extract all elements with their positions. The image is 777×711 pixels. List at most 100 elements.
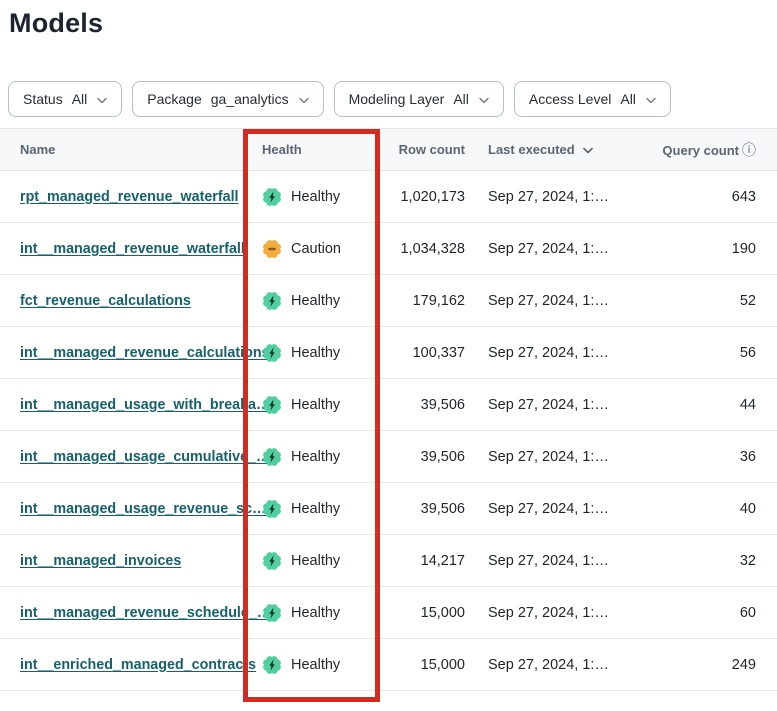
health-cell: Healthy <box>245 447 380 467</box>
health-badge <box>262 655 282 675</box>
healthy-lightning-seal-icon <box>262 499 282 519</box>
health-badge <box>262 395 282 415</box>
row-count-cell: 14,217 <box>380 553 468 569</box>
column-header-last-executed[interactable]: Last executed <box>468 142 620 157</box>
name-cell: int__managed_revenue_schedule_… <box>0 605 245 621</box>
healthy-lightning-seal-icon <box>262 603 282 623</box>
model-name-link[interactable]: rpt_managed_revenue_waterfall <box>20 189 239 205</box>
health-cell: Healthy <box>245 603 380 623</box>
chevron-down-icon <box>97 91 107 107</box>
last-executed-cell: Sep 27, 2024, 1:… <box>468 449 620 465</box>
healthy-lightning-seal-icon <box>262 291 282 311</box>
model-name-link[interactable]: int__managed_usage_with_breaka… <box>20 397 270 413</box>
caution-minus-seal-icon <box>262 239 282 259</box>
health-cell: Healthy <box>245 343 380 363</box>
row-count-cell: 39,506 <box>380 397 468 413</box>
chevron-down-icon <box>479 91 489 107</box>
filter-label: Status <box>23 91 63 107</box>
column-header-name: Name <box>0 142 245 157</box>
model-name-link[interactable]: int__managed_revenue_calculations <box>20 345 270 361</box>
models-table: Name Health Row count Last executed Quer… <box>0 128 777 691</box>
table-body: rpt_managed_revenue_waterfall Healthy 1,… <box>0 171 777 691</box>
table-row: int__managed_usage_revenue_sc… Healthy 3… <box>0 483 777 535</box>
healthy-lightning-seal-icon <box>262 551 282 571</box>
health-cell: Healthy <box>245 499 380 519</box>
name-cell: int__managed_revenue_calculations <box>0 345 245 361</box>
query-count-cell: 32 <box>620 553 777 569</box>
query-count-cell: 36 <box>620 449 777 465</box>
filter-label: Access Level <box>529 91 611 107</box>
health-cell: Healthy <box>245 291 380 311</box>
model-name-link[interactable]: fct_revenue_calculations <box>20 293 191 309</box>
name-cell: fct_revenue_calculations <box>0 293 245 309</box>
table-row: int__managed_usage_with_breaka… Healthy … <box>0 379 777 431</box>
query-count-cell: 44 <box>620 397 777 413</box>
name-cell: int__managed_invoices <box>0 553 245 569</box>
model-name-link[interactable]: int__enriched_managed_contracts <box>20 657 256 673</box>
last-executed-cell: Sep 27, 2024, 1:… <box>468 501 620 517</box>
row-count-cell: 100,337 <box>380 345 468 361</box>
filter-bar: Status All Package ga_analytics Modeling… <box>8 81 777 117</box>
healthy-lightning-seal-icon <box>262 447 282 467</box>
row-count-cell: 179,162 <box>380 293 468 309</box>
row-count-cell: 15,000 <box>380 605 468 621</box>
row-count-cell: 1,034,328 <box>380 241 468 257</box>
query-count-cell: 60 <box>620 605 777 621</box>
chevron-down-icon <box>299 91 309 107</box>
filter-label: Package <box>147 91 201 107</box>
health-cell: Healthy <box>245 187 380 207</box>
query-count-cell: 249 <box>620 657 777 673</box>
table-row: int__managed_revenue_schedule_… Healthy … <box>0 587 777 639</box>
table-row: fct_revenue_calculations Healthy 179,162… <box>0 275 777 327</box>
model-name-link[interactable]: int__managed_revenue_waterfall <box>20 241 245 257</box>
health-badge <box>262 343 282 363</box>
last-executed-cell: Sep 27, 2024, 1:… <box>468 241 620 257</box>
row-count-cell: 39,506 <box>380 449 468 465</box>
health-label: Caution <box>291 241 341 257</box>
filter-package[interactable]: Package ga_analytics <box>132 81 323 117</box>
query-count-cell: 643 <box>620 189 777 205</box>
health-cell: Healthy <box>245 655 380 675</box>
query-count-cell: 56 <box>620 345 777 361</box>
health-badge <box>262 239 282 259</box>
last-executed-cell: Sep 27, 2024, 1:… <box>468 345 620 361</box>
filter-access-level[interactable]: Access Level All <box>514 81 671 117</box>
health-cell: Healthy <box>245 395 380 415</box>
table-row: int__managed_revenue_calculations Health… <box>0 327 777 379</box>
filter-label: Modeling Layer <box>349 91 445 107</box>
healthy-lightning-seal-icon <box>262 655 282 675</box>
health-label: Healthy <box>291 449 340 465</box>
query-count-cell: 190 <box>620 241 777 257</box>
name-cell: int__managed_usage_with_breaka… <box>0 397 245 413</box>
row-count-cell: 1,020,173 <box>380 189 468 205</box>
row-count-cell: 39,506 <box>380 501 468 517</box>
last-executed-cell: Sep 27, 2024, 1:… <box>468 553 620 569</box>
healthy-lightning-seal-icon <box>262 187 282 207</box>
healthy-lightning-seal-icon <box>262 395 282 415</box>
query-count-cell: 52 <box>620 293 777 309</box>
health-cell: Healthy <box>245 551 380 571</box>
name-cell: int__enriched_managed_contracts <box>0 657 245 673</box>
last-executed-cell: Sep 27, 2024, 1:… <box>468 293 620 309</box>
model-name-link[interactable]: int__managed_invoices <box>20 553 181 569</box>
health-badge <box>262 499 282 519</box>
name-cell: int__managed_revenue_waterfall <box>0 241 245 257</box>
filter-modeling-layer[interactable]: Modeling Layer All <box>334 81 504 117</box>
health-badge <box>262 551 282 571</box>
last-executed-cell: Sep 27, 2024, 1:… <box>468 397 620 413</box>
health-label: Healthy <box>291 553 340 569</box>
model-name-link[interactable]: int__managed_usage_revenue_sc… <box>20 501 266 517</box>
health-label: Healthy <box>291 657 340 673</box>
health-label: Healthy <box>291 397 340 413</box>
model-name-link[interactable]: int__managed_revenue_schedule_… <box>20 605 271 621</box>
health-badge <box>262 447 282 467</box>
filter-status[interactable]: Status All <box>8 81 122 117</box>
table-row: int__managed_revenue_waterfall Caution 1… <box>0 223 777 275</box>
info-icon[interactable]: ⓘ <box>742 142 756 158</box>
row-count-cell: 15,000 <box>380 657 468 673</box>
model-name-link[interactable]: int__managed_usage_cumulative_… <box>20 449 270 465</box>
models-page: Models Status All Package ga_analytics M… <box>0 8 777 711</box>
table-row: rpt_managed_revenue_waterfall Healthy 1,… <box>0 171 777 223</box>
health-label: Healthy <box>291 605 340 621</box>
health-cell: Caution <box>245 239 380 259</box>
